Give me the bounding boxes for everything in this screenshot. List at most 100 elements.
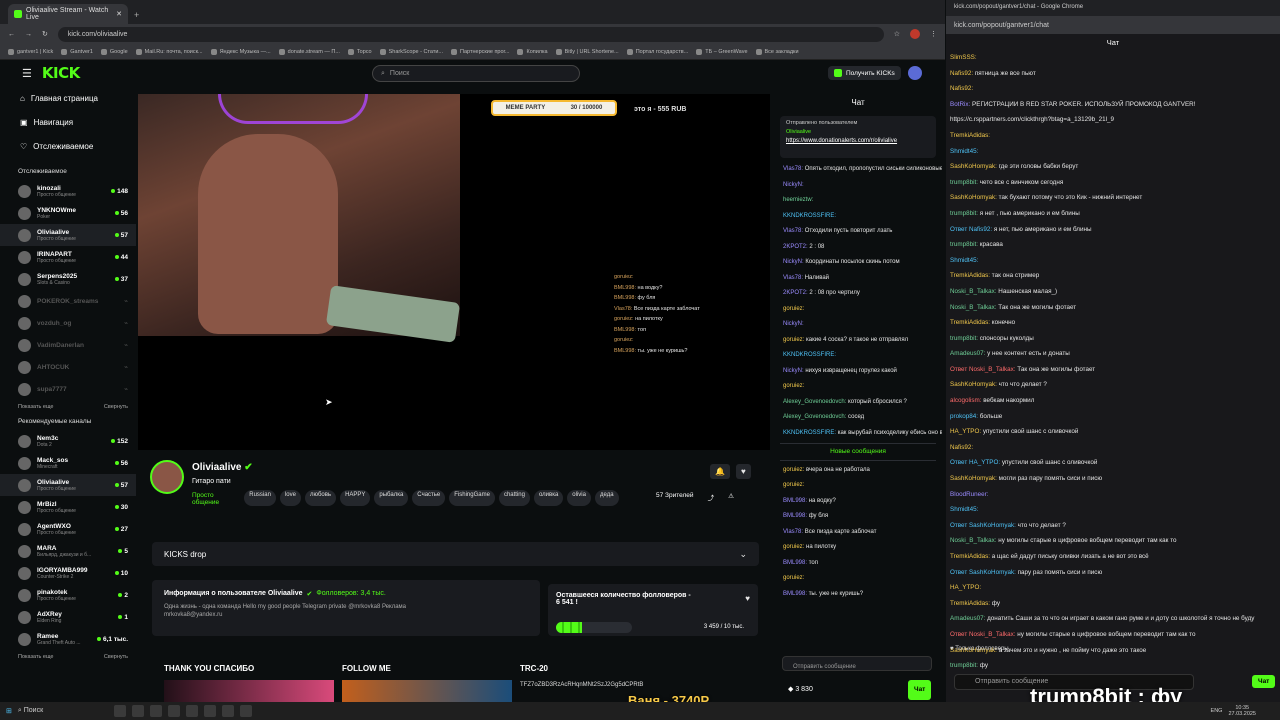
- chat-username[interactable]: Amadeus07:: [950, 350, 985, 357]
- chat-username[interactable]: Shmidt45:: [950, 257, 978, 264]
- chat-username[interactable]: BML998:: [783, 498, 807, 504]
- bookmark-item[interactable]: ТБ – GreenWave: [696, 48, 748, 55]
- chat-username[interactable]: alcogolism:: [950, 397, 982, 404]
- chat-username[interactable]: 2KPOT2:: [783, 290, 808, 296]
- chat-username[interactable]: goruiez:: [783, 337, 804, 343]
- reload-icon[interactable]: ↻: [42, 30, 48, 38]
- report-icon[interactable]: ⚠: [728, 492, 734, 502]
- bookmark-item[interactable]: Яндекс Музыка —...: [210, 48, 271, 55]
- chat-username[interactable]: Amadeus07:: [950, 615, 985, 622]
- chat-username[interactable]: SlimSSS:: [950, 54, 977, 61]
- chat-username[interactable]: Nafis92:: [950, 85, 973, 92]
- bookmark-item[interactable]: Партнерские прог...: [451, 48, 509, 55]
- share-icon[interactable]: ⤴: [708, 492, 715, 502]
- chat-username[interactable]: Shmidt45:: [950, 506, 978, 513]
- chat-username[interactable]: KKNDKROSSFIRE:: [783, 213, 836, 219]
- show-more-link-2[interactable]: Показать еще: [18, 654, 54, 660]
- chat-username[interactable]: HA_YTPO:: [950, 584, 981, 591]
- chat-username[interactable]: Ответ SashKoHomyak:: [950, 522, 1016, 529]
- taskbar-app-icon[interactable]: [131, 705, 144, 717]
- bookmark-item[interactable]: Gantver1: [61, 48, 93, 55]
- chat-username[interactable]: 2KPOT2:: [783, 244, 808, 250]
- taskbar-app-icon[interactable]: [239, 705, 252, 717]
- collapse-link-2[interactable]: Свернуть: [104, 654, 128, 660]
- chat-username[interactable]: NickyN:: [783, 321, 804, 327]
- sidebar-channel-2[interactable]: Oliviaalive Просто общение 57: [0, 474, 136, 496]
- chat-username[interactable]: heemieztw:: [783, 197, 813, 203]
- sidebar-channel-9[interactable]: supa7777 ⌁: [0, 378, 136, 400]
- sidebar-channel-9[interactable]: Ramee Grand Theft Auto ... 6,1 тыс.: [0, 628, 136, 650]
- sidebar-channel-5[interactable]: MARA Бильярд, джакузи и б... 5: [0, 540, 136, 562]
- chat-username[interactable]: Vlas78:: [783, 529, 803, 535]
- chat-username[interactable]: Ответ Noski_B_Talkax:: [950, 366, 1016, 373]
- tag-chip[interactable]: olivia: [567, 490, 591, 506]
- chat-input[interactable]: Отправить сообщение: [782, 656, 932, 671]
- sidebar-channel-0[interactable]: kinozali Просто общение 148: [0, 180, 136, 202]
- chat-username[interactable]: Noski_B_Talkax:: [950, 288, 997, 295]
- hamburger-icon[interactable]: ☰: [22, 67, 32, 80]
- chat-username[interactable]: Vlas78:: [783, 275, 803, 281]
- sidebar-channel-3[interactable]: IRINAPART Просто общение 44: [0, 246, 136, 268]
- chat-username[interactable]: SashKoHomyak:: [950, 163, 997, 170]
- bookmark-item[interactable]: Копилка: [517, 48, 548, 55]
- chat-username[interactable]: SashKoHomyak:: [950, 194, 997, 201]
- menu-icon[interactable]: ⋮: [930, 30, 937, 38]
- send-chat-button[interactable]: Чат: [908, 680, 932, 700]
- tag-chip[interactable]: love: [279, 490, 301, 506]
- new-messages-divider[interactable]: Новые сообщения: [780, 443, 936, 461]
- collapse-link[interactable]: Свернуть: [104, 404, 128, 410]
- chat-username[interactable]: Noski_B_Talkax:: [950, 537, 997, 544]
- sidebar-channel-6[interactable]: IGORYAMBA999 Counter-Strike 2 10: [0, 562, 136, 584]
- bookmark-item[interactable]: SharkScope - Стати...: [379, 48, 443, 55]
- tag-chip[interactable]: chatting: [498, 490, 530, 506]
- tag-chip[interactable]: Счастье: [412, 490, 446, 506]
- taskbar-search[interactable]: ⌕ Поиск: [18, 707, 108, 715]
- follow-heart-icon[interactable]: ♥: [735, 464, 751, 479]
- chat-username[interactable]: TremkiAdidas:: [950, 319, 990, 326]
- new-tab-icon[interactable]: +: [134, 10, 139, 20]
- bookmark-item[interactable]: Все закладки: [755, 48, 799, 55]
- sidebar-channel-0[interactable]: Nem3c Dota 2 152: [0, 430, 136, 452]
- bookmark-item[interactable]: Google: [100, 48, 128, 55]
- bookmark-item[interactable]: donate.stream — П...: [278, 48, 340, 55]
- profile-avatar[interactable]: [910, 29, 920, 39]
- chat-username[interactable]: goruiez:: [783, 383, 804, 389]
- popout-address-bar[interactable]: kick.com/popout/gantver1/chat: [946, 16, 1280, 34]
- search-input[interactable]: ⌕ Поиск: [372, 65, 580, 82]
- get-kicks-button[interactable]: Получить KICKs: [828, 66, 901, 80]
- chat-username[interactable]: Ответ Noski_B_Talkax:: [950, 631, 1016, 638]
- chat-username[interactable]: TremkiAdidas:: [950, 553, 990, 560]
- sidebar-channel-2[interactable]: Oliviaalive Просто общение 57: [0, 224, 136, 246]
- sidebar-channel-7[interactable]: pinakotek Просто общение 2: [0, 584, 136, 606]
- sidebar-channel-5[interactable]: POKEROK_streams ⌁: [0, 290, 136, 312]
- chat-username[interactable]: BML998:: [783, 560, 807, 566]
- sidebar-channel-4[interactable]: AgentWXO Просто общение 27: [0, 518, 136, 540]
- tag-chip[interactable]: Russian: [244, 490, 276, 506]
- chat-username[interactable]: trump8bit:: [950, 210, 978, 217]
- chat-username[interactable]: BloodRuneer:: [950, 491, 989, 498]
- nav-browse[interactable]: ▣ Навигация: [0, 110, 136, 134]
- chat-username[interactable]: SashKoHomyak:: [950, 475, 997, 482]
- chat-username[interactable]: KKNDKROSSFIRE:: [783, 430, 836, 436]
- chat-username[interactable]: Vlas78:: [783, 166, 803, 172]
- chat-username[interactable]: Alexey_Govenoedovch:: [783, 414, 846, 420]
- tab-active[interactable]: Oliviaalive Stream - Watch Live ✕: [8, 4, 128, 24]
- address-bar[interactable]: kick.com/oliviaalive: [57, 26, 884, 42]
- forward-icon[interactable]: →: [25, 31, 32, 38]
- chat-username[interactable]: NickyN:: [783, 368, 804, 374]
- sidebar-channel-6[interactable]: vozduh_og ⌁: [0, 312, 136, 334]
- chat-username[interactable]: goruiez:: [783, 544, 804, 550]
- nav-home[interactable]: ⌂ Главная страница: [0, 86, 136, 110]
- chat-username[interactable]: BotRix:: [950, 101, 970, 108]
- popout-send-button[interactable]: Чат: [1252, 675, 1276, 688]
- windows-start-icon[interactable]: ⊞: [6, 707, 12, 715]
- chat-username[interactable]: Ответ SashKoHomyak:: [950, 569, 1016, 576]
- chat-username[interactable]: prokop84:: [950, 413, 978, 420]
- taskbar-app-icon[interactable]: [113, 705, 126, 717]
- chat-username[interactable]: HA_YTPO:: [950, 428, 981, 435]
- close-tab-icon[interactable]: ✕: [116, 10, 122, 18]
- tag-chip[interactable]: оливка: [533, 490, 564, 506]
- chat-username[interactable]: TremkiAdidas:: [950, 272, 990, 279]
- chat-username[interactable]: trump8bit:: [950, 179, 978, 186]
- chat-username[interactable]: Ответ HA_YTPO:: [950, 459, 1000, 466]
